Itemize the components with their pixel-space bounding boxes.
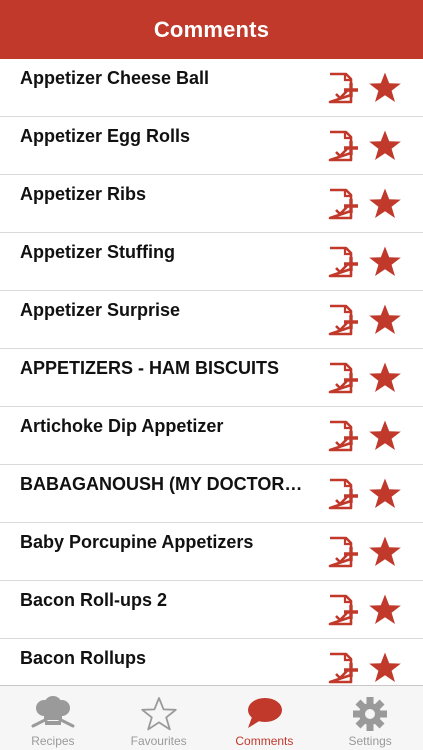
add-note-icon[interactable] <box>325 128 361 164</box>
page-title: Comments <box>153 16 270 42</box>
list-item[interactable]: Appetizer Egg Rolls <box>0 117 423 175</box>
star-icon[interactable] <box>367 302 403 338</box>
recipe-title: Appetizer Stuffing <box>20 242 175 262</box>
add-note-icon[interactable] <box>325 592 361 628</box>
star-outline-icon <box>140 694 178 734</box>
recipe-title: Bacon Roll-ups 2 <box>20 590 168 610</box>
list-item[interactable]: Baby Porcupine Appetizers <box>0 523 423 581</box>
list-item[interactable]: BABAGANOUSH (MY DOCTOR… <box>0 465 423 523</box>
tab-favourites[interactable]: Favourites <box>106 686 212 750</box>
row-actions <box>325 69 403 107</box>
recipe-title: BABAGANOUSH (MY DOCTOR… <box>20 474 303 494</box>
tab-label: Recipes <box>31 734 75 748</box>
add-note-icon[interactable] <box>325 650 361 685</box>
list-item[interactable]: Bacon Roll-ups 2 <box>0 581 423 639</box>
row-actions <box>325 243 403 281</box>
tab-recipes[interactable]: Recipes <box>0 686 106 750</box>
recipe-list[interactable]: Appetizer Cheese Ball Appetizer Egg Roll… <box>0 59 423 685</box>
tab-label: Favourites <box>130 734 187 748</box>
list-item[interactable]: Appetizer Stuffing <box>0 233 423 291</box>
row-actions <box>325 591 403 629</box>
add-note-icon[interactable] <box>325 360 361 396</box>
list-item[interactable]: Appetizer Cheese Ball <box>0 59 423 117</box>
star-icon[interactable] <box>367 360 403 396</box>
row-actions <box>325 533 403 571</box>
speech-bubble-icon <box>244 694 284 734</box>
star-icon[interactable] <box>367 650 403 685</box>
star-icon[interactable] <box>367 128 403 164</box>
star-icon[interactable] <box>367 592 403 628</box>
recipe-title: Appetizer Ribs <box>20 184 147 204</box>
add-note-icon[interactable] <box>325 302 361 338</box>
tab-bar: Recipes Favourites Comments Settings <box>0 685 423 750</box>
star-icon[interactable] <box>367 186 403 222</box>
list-item[interactable]: APPETIZERS - HAM BISCUITS <box>0 349 423 407</box>
recipe-title: Appetizer Cheese Ball <box>20 68 210 88</box>
list-item[interactable]: Appetizer Ribs <box>0 175 423 233</box>
add-note-icon[interactable] <box>325 244 361 280</box>
chef-hat-icon <box>29 694 77 734</box>
star-icon[interactable] <box>367 534 403 570</box>
add-note-icon[interactable] <box>325 476 361 512</box>
list-item[interactable]: Appetizer Surprise <box>0 291 423 349</box>
tab-settings[interactable]: Settings <box>317 686 423 750</box>
gear-icon <box>351 694 389 734</box>
row-actions <box>325 475 403 513</box>
recipe-title: Bacon Rollups <box>20 648 147 668</box>
recipe-title: Baby Porcupine Appetizers <box>20 532 254 552</box>
list-item[interactable]: Artichoke Dip Appetizer <box>0 407 423 465</box>
add-note-icon[interactable] <box>325 70 361 106</box>
star-icon[interactable] <box>367 244 403 280</box>
row-actions <box>325 185 403 223</box>
star-icon[interactable] <box>367 476 403 512</box>
add-note-icon[interactable] <box>325 418 361 454</box>
add-note-icon[interactable] <box>325 186 361 222</box>
recipe-title: Appetizer Egg Rolls <box>20 126 191 146</box>
list-item[interactable]: Bacon Rollups <box>0 639 423 685</box>
nav-bar: Comments <box>0 0 423 59</box>
row-actions <box>325 301 403 339</box>
row-actions <box>325 359 403 397</box>
star-icon[interactable] <box>367 418 403 454</box>
star-icon[interactable] <box>367 70 403 106</box>
tab-label: Comments <box>235 734 294 748</box>
row-actions <box>325 127 403 165</box>
recipe-title: Artichoke Dip Appetizer <box>20 416 224 436</box>
tab-label: Settings <box>348 734 392 748</box>
recipe-title: APPETIZERS - HAM BISCUITS <box>20 358 280 378</box>
add-note-icon[interactable] <box>325 534 361 570</box>
tab-comments[interactable]: Comments <box>212 686 318 750</box>
row-actions <box>325 649 403 685</box>
row-actions <box>325 417 403 455</box>
recipe-title: Appetizer Surprise <box>20 300 181 320</box>
